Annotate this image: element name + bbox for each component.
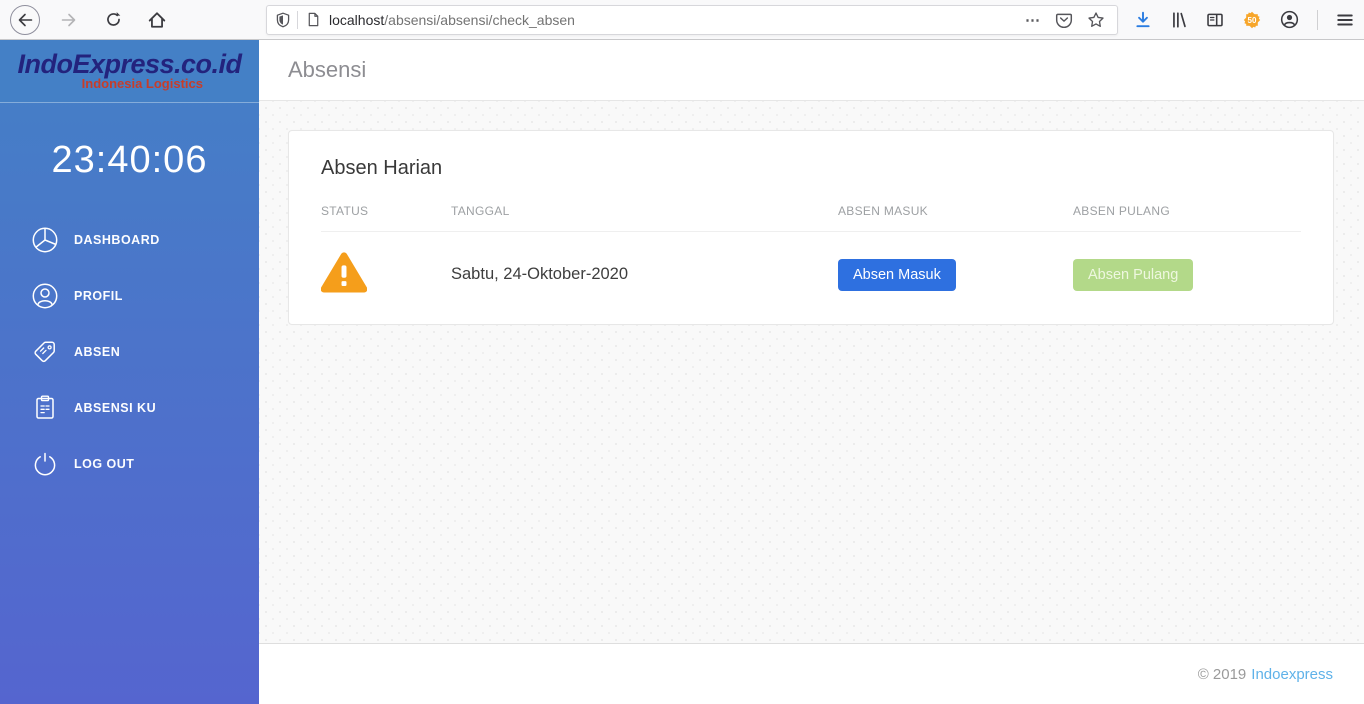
absen-table: STATUS TANGGAL ABSEN MASUK ABSEN PULANG xyxy=(320,204,1301,299)
sidebar-item-absensi-ku[interactable]: ABSENSI KU xyxy=(0,380,259,436)
sidebar-item-absen[interactable]: ABSEN xyxy=(0,324,259,380)
home-icon xyxy=(148,11,166,28)
app-logo[interactable]: IndoExpress.co.id Indonesia Logistics xyxy=(0,40,259,103)
column-header-absen-pulang: ABSEN PULANG xyxy=(1073,204,1301,232)
clipboard-icon xyxy=(31,394,59,422)
absen-harian-card: Absen Harian STATUS TANGGAL ABSEN MASUK … xyxy=(288,130,1334,325)
page-title: Absensi xyxy=(288,57,367,82)
extension-badge-count: 50 xyxy=(1247,15,1257,25)
forward-button[interactable] xyxy=(54,5,84,35)
sidebar-item-profil[interactable]: PROFIL xyxy=(0,268,259,324)
footer: © 2019 Indoexpress xyxy=(259,644,1364,704)
toolbar-right-icons: 50 xyxy=(1134,9,1354,30)
table-row: Sabtu, 24-Oktober-2020 Absen Masuk Absen… xyxy=(320,232,1301,299)
sidebar-menu: DASHBOARD PROFIL ABSEN ABSENSI KU LOG OU… xyxy=(0,212,259,492)
page-actions-icon[interactable]: ⋯ xyxy=(1025,11,1041,29)
back-button[interactable] xyxy=(10,4,40,35)
page-icon[interactable] xyxy=(306,12,321,27)
sidebar-item-label: DASHBOARD xyxy=(74,233,160,247)
sidebar-item-log-out[interactable]: LOG OUT xyxy=(0,436,259,492)
sidebar-item-label: PROFIL xyxy=(74,289,123,303)
address-bar[interactable]: localhost/absensi/absensi/check_absen ⋯ xyxy=(266,4,1118,35)
absen-pulang-button[interactable]: Absen Pulang xyxy=(1073,258,1194,291)
library-icon[interactable] xyxy=(1170,11,1188,29)
user-icon xyxy=(31,282,59,310)
extension-icon[interactable]: 50 xyxy=(1242,10,1262,30)
bookmark-star-icon[interactable] xyxy=(1087,11,1105,29)
browser-nav-buttons xyxy=(10,4,172,35)
main-area: Absensi Absen Harian STATUS TANGGAL ABSE… xyxy=(259,40,1364,704)
toolbar-divider xyxy=(1317,9,1318,30)
column-header-status: STATUS xyxy=(321,204,451,232)
menu-hamburger-icon[interactable] xyxy=(1336,11,1354,29)
reload-button[interactable] xyxy=(98,5,128,35)
reload-icon xyxy=(106,12,120,26)
url-host: localhost xyxy=(329,11,385,28)
account-icon[interactable] xyxy=(1280,10,1299,29)
browser-toolbar: localhost/absensi/absensi/check_absen ⋯ xyxy=(0,0,1364,40)
tracking-shield-icon[interactable] xyxy=(275,12,291,28)
copyright-text: © 2019 xyxy=(1197,665,1247,683)
card-title: Absen Harian xyxy=(321,157,443,179)
url-path: /absensi/absensi/check_absen xyxy=(384,11,575,28)
url-divider xyxy=(297,10,298,29)
warning-icon xyxy=(320,252,368,293)
absen-masuk-button[interactable]: Absen Masuk xyxy=(838,258,956,291)
power-icon xyxy=(31,450,59,478)
sidebar-item-label: ABSEN xyxy=(74,345,121,359)
back-arrow-icon xyxy=(18,13,33,26)
page-header: Absensi xyxy=(259,40,1364,101)
forward-arrow-icon xyxy=(61,13,76,26)
indoexpress-link[interactable]: Indoexpress xyxy=(1251,666,1333,683)
content-area: Absen Harian STATUS TANGGAL ABSEN MASUK … xyxy=(259,101,1364,644)
home-button[interactable] xyxy=(142,5,172,35)
sidebar: IndoExpress.co.id Indonesia Logistics 23… xyxy=(0,40,259,704)
pocket-icon[interactable] xyxy=(1055,11,1073,29)
sidebar-item-label: ABSENSI KU xyxy=(74,401,157,415)
url-text[interactable]: localhost/absensi/absensi/check_absen xyxy=(329,12,1025,28)
column-header-tanggal: TANGGAL xyxy=(451,204,838,232)
digital-clock: 23:40:06 xyxy=(51,139,208,181)
downloads-icon[interactable] xyxy=(1134,11,1152,29)
column-header-absen-masuk: ABSEN MASUK xyxy=(838,204,1073,232)
sidebar-toggle-icon[interactable] xyxy=(1206,11,1224,29)
sidebar-item-label: LOG OUT xyxy=(74,457,135,471)
tag-icon xyxy=(31,338,59,366)
tanggal-value: Sabtu, 24-Oktober-2020 xyxy=(451,265,629,283)
sidebar-item-dashboard[interactable]: DASHBOARD xyxy=(0,212,259,268)
pie-chart-icon xyxy=(31,226,59,254)
